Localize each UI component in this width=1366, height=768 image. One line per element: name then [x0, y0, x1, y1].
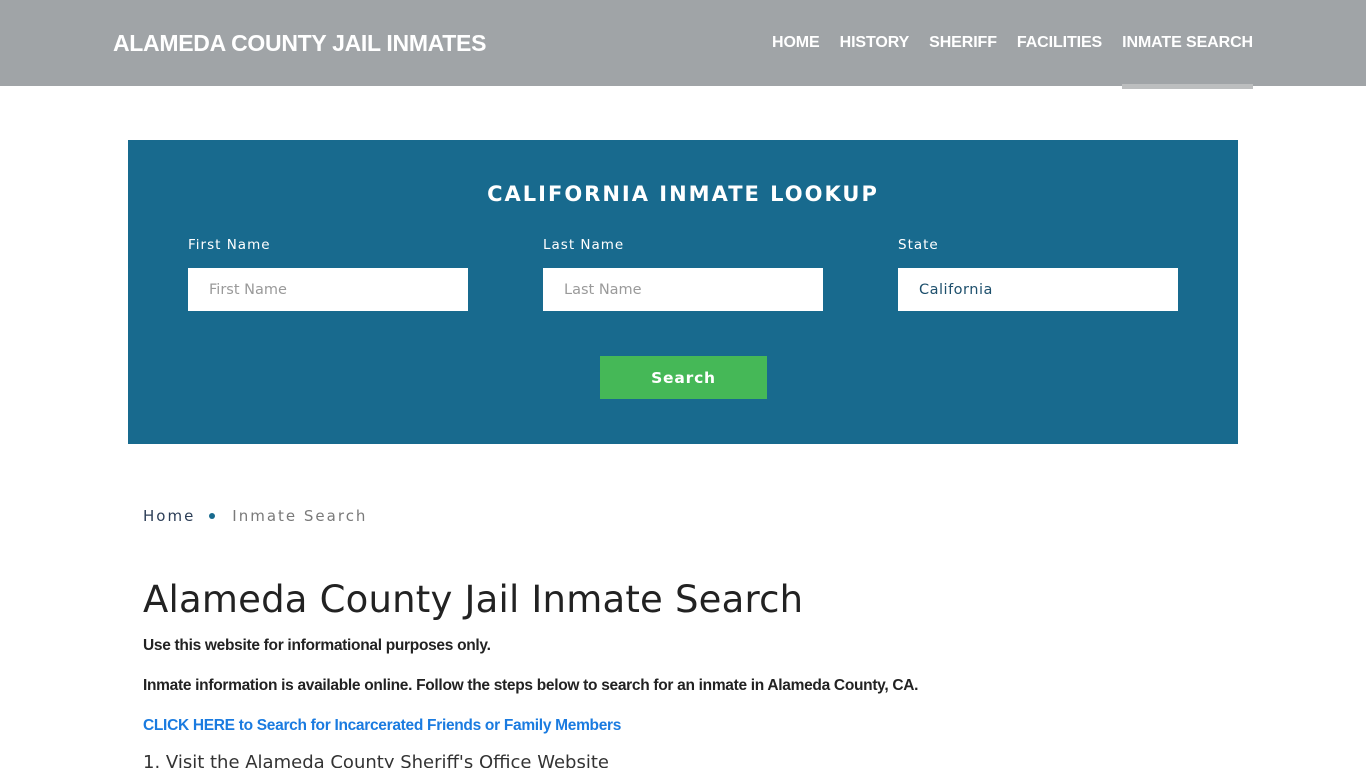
- nav-home[interactable]: HOME: [772, 0, 820, 89]
- breadcrumb: Home Inmate Search: [143, 507, 367, 525]
- state-label: State: [898, 237, 939, 253]
- breadcrumb-home-link[interactable]: Home: [143, 507, 195, 525]
- lookup-title: CALIFORNIA INMATE LOOKUP: [487, 182, 879, 206]
- breadcrumb-separator-dot: [209, 513, 216, 519]
- disclaimer-text: Use this website for informational purpo…: [143, 637, 491, 654]
- nav-history[interactable]: HISTORY: [840, 0, 910, 89]
- search-friends-family-link[interactable]: CLICK HERE to Search for Incarcerated Fr…: [143, 717, 621, 735]
- intro-text: Inmate information is available online. …: [143, 677, 919, 694]
- last-name-input[interactable]: [543, 268, 823, 311]
- site-header: ALAMEDA COUNTY JAIL INMATES HOME HISTORY…: [0, 0, 1366, 89]
- nav-inmate-search[interactable]: INMATE SEARCH: [1122, 0, 1253, 89]
- breadcrumb-current: Inmate Search: [232, 507, 368, 525]
- search-button[interactable]: Search: [600, 356, 767, 399]
- step-item: 1. Visit the Alameda County Sheriff's Of…: [143, 752, 609, 768]
- first-name-label: First Name: [188, 237, 271, 253]
- nav-sheriff[interactable]: SHERIFF: [929, 0, 997, 89]
- first-name-input[interactable]: [188, 268, 468, 311]
- main-nav: HOME HISTORY SHERIFF FACILITIES INMATE S…: [752, 0, 1253, 89]
- state-input[interactable]: [898, 268, 1178, 311]
- nav-facilities[interactable]: FACILITIES: [1017, 0, 1102, 89]
- last-name-label: Last Name: [543, 237, 625, 253]
- page-title: Alameda County Jail Inmate Search: [143, 578, 804, 621]
- site-logo-link[interactable]: ALAMEDA COUNTY JAIL INMATES: [113, 30, 486, 57]
